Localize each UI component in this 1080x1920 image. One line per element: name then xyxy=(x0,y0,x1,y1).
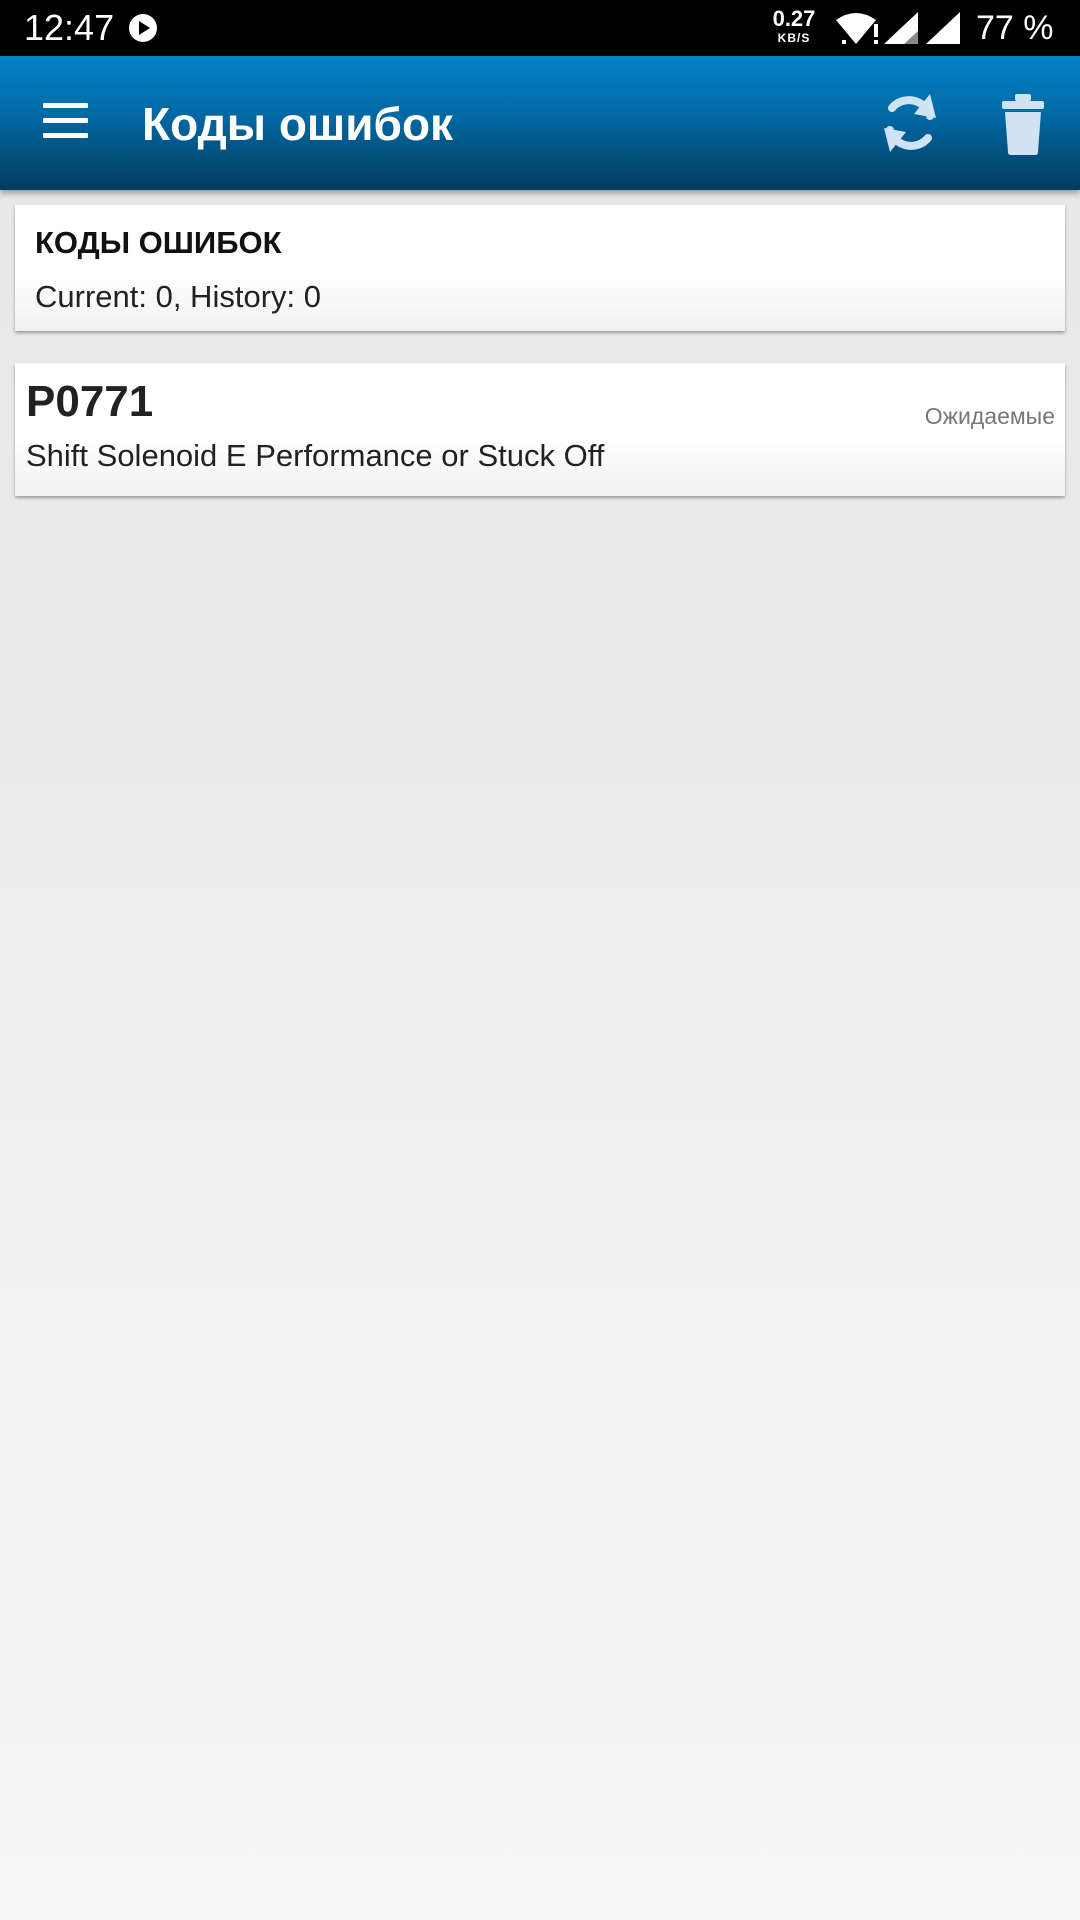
menu-icon-line xyxy=(43,118,88,123)
dtc-status: Ожидаемые xyxy=(924,403,1055,429)
menu-button[interactable] xyxy=(36,100,96,148)
play-icon xyxy=(129,14,157,42)
page-title: Коды ошибок xyxy=(142,98,454,150)
battery-level: 77 % xyxy=(976,9,1054,47)
summary-counts: Current: 0, History: 0 xyxy=(35,279,321,314)
menu-icon-line xyxy=(43,103,88,108)
summary-title: КОДЫ ОШИБОК xyxy=(35,225,282,260)
dtc-code: P0771 xyxy=(26,377,154,426)
trash-icon[interactable] xyxy=(998,92,1048,156)
app-bar: Коды ошибок xyxy=(0,56,1080,190)
network-speed-unit: KB/S xyxy=(777,31,811,45)
list-item[interactable]: P0771 Ожидаемые Shift Solenoid E Perform… xyxy=(15,363,1065,496)
status-time: 12:47 xyxy=(24,7,115,48)
summary-card: КОДЫ ОШИБОК Current: 0, History: 0 xyxy=(15,205,1065,331)
dtc-description: Shift Solenoid E Performance or Stuck Of… xyxy=(26,438,605,473)
signal-icon xyxy=(884,12,918,44)
signal-icon xyxy=(926,12,960,44)
network-speed-value: 0.27 xyxy=(772,6,816,31)
network-speed: 0.27 KB/S xyxy=(768,6,820,45)
menu-icon-line xyxy=(43,133,88,138)
wifi-icon xyxy=(836,13,878,44)
status-bar: 12:47 0.27 KB/S 77 % xyxy=(0,0,1080,56)
refresh-icon[interactable] xyxy=(880,90,940,156)
